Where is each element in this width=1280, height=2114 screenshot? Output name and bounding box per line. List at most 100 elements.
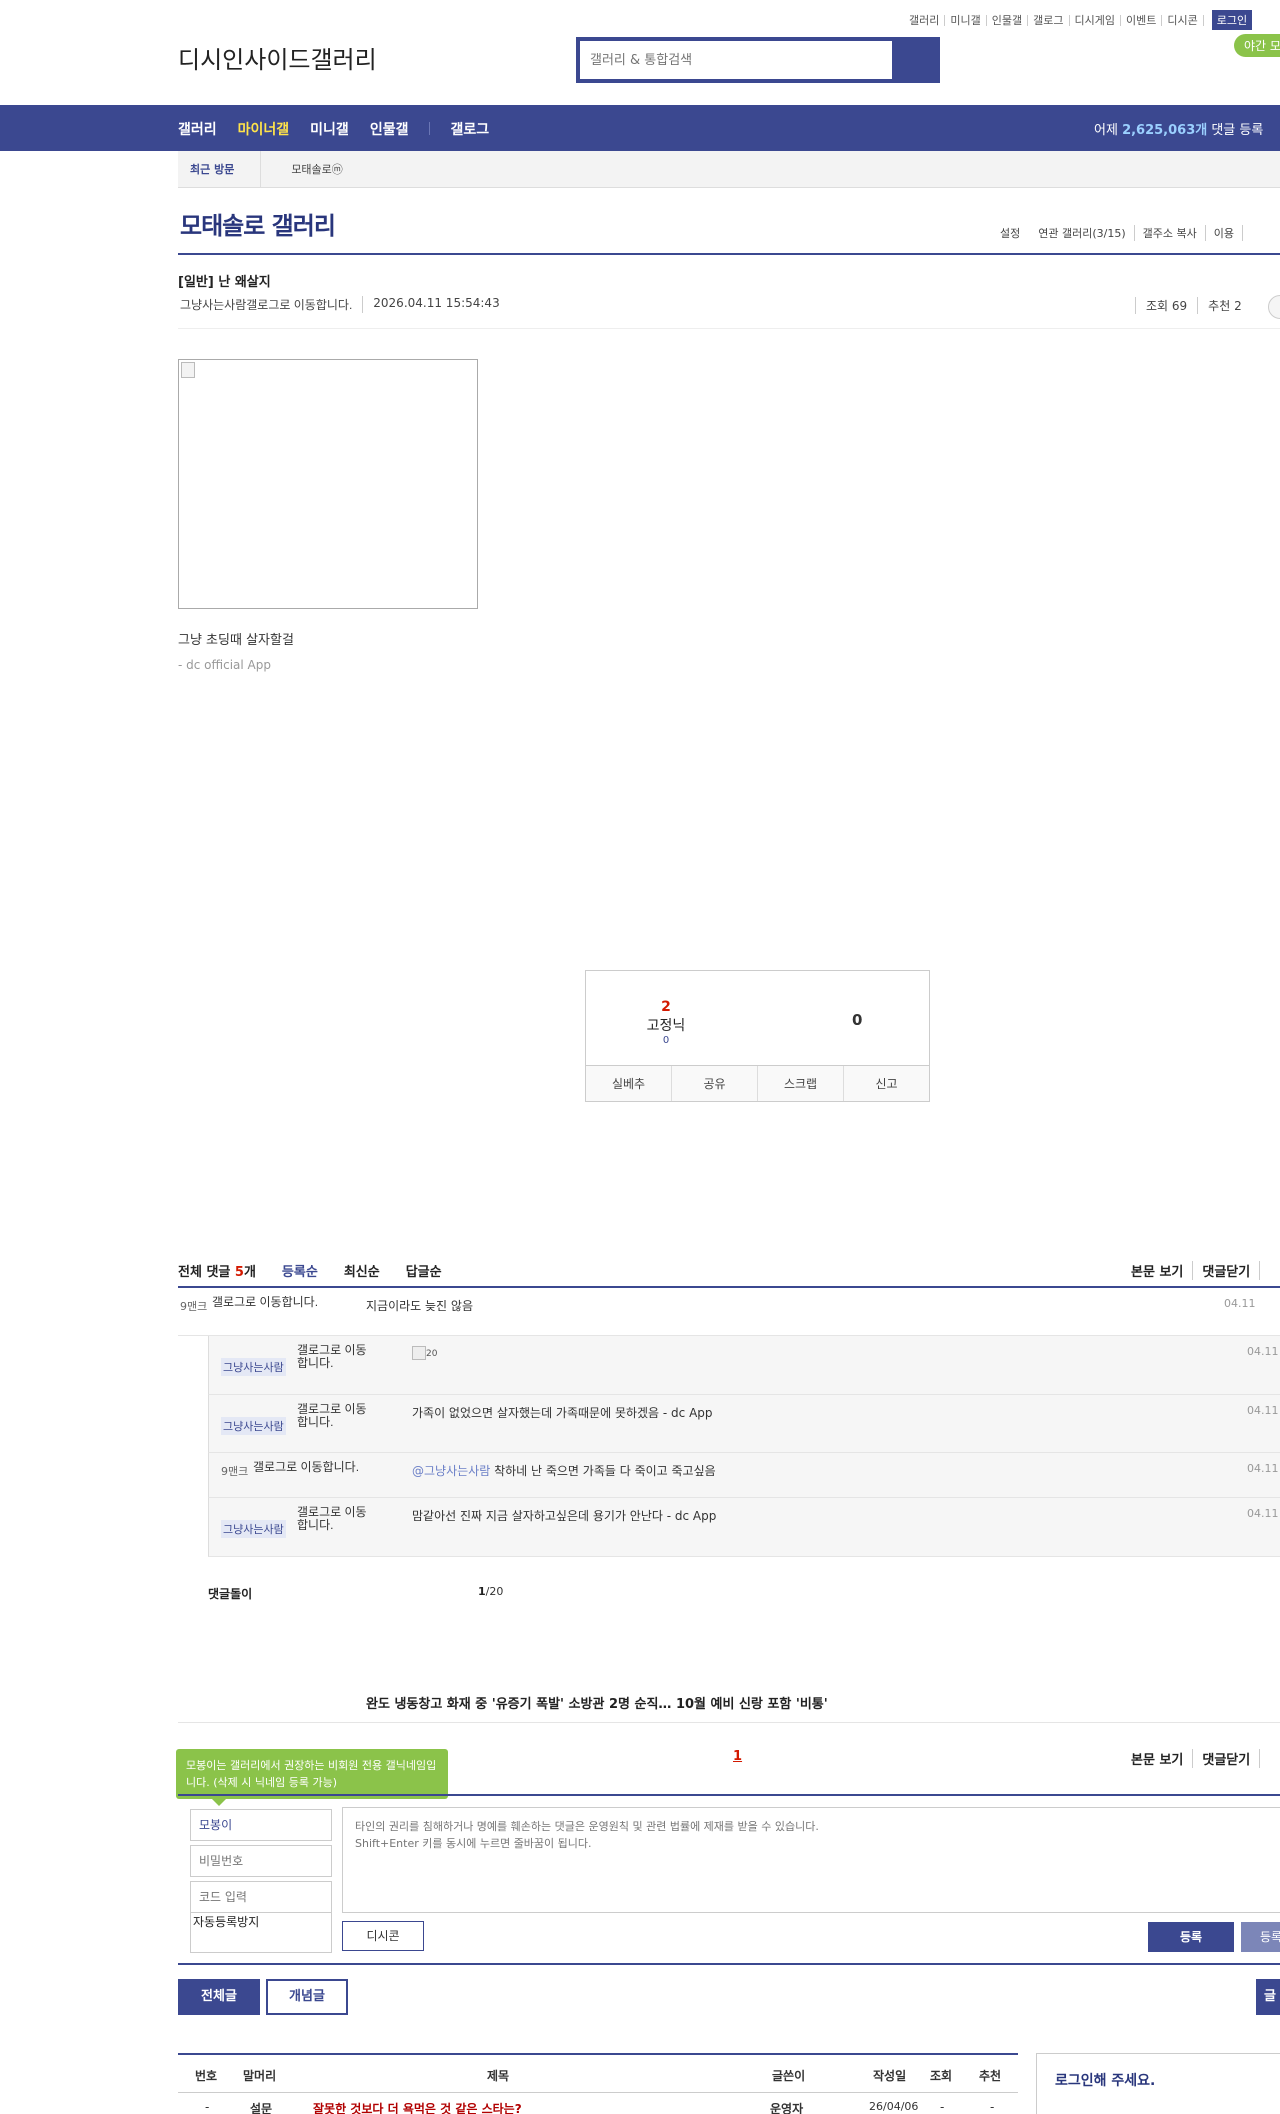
comment-nick[interactable]: 9맨크 <box>180 1298 207 1314</box>
galog-icon[interactable]: 갤로그로 이동합니다. <box>212 1296 332 1309</box>
table-row[interactable]: - 설문 잘못한 것보다 더 욕먹은 것 같은 스타는? 운영자 26/04/0… <box>178 2093 1018 2114</box>
captcha-image: 자동등록방지 <box>190 1913 332 1953</box>
copy-gallery-url[interactable]: 갤주소 복사 <box>1135 225 1206 241</box>
post-counts: 조회 69 추천 2 <box>1135 297 1252 314</box>
comment-stat: 어제 2,625,063개 댓글 등록 <box>1094 119 1263 138</box>
search-box <box>576 37 940 83</box>
post-image[interactable] <box>178 359 478 609</box>
comment-textarea[interactable] <box>342 1807 1280 1913</box>
row-writer[interactable]: 운영자 <box>770 2100 803 2114</box>
util-link-galog[interactable]: 갤로그 <box>1028 14 1070 26</box>
comment-nick[interactable]: 그냥사는사람 <box>221 1417 286 1435</box>
recent-visit-item[interactable]: 모태솔로ⓜ <box>291 161 342 177</box>
divider <box>178 1794 1280 1796</box>
tab-best-posts[interactable]: 개념글 <box>266 1979 348 2015</box>
reply-item: 그냥사는사람 갤로그로 이동합니다. 가족이 없었으면 살자했는데 가족때문에 … <box>208 1395 1280 1453</box>
captcha-code-field[interactable] <box>190 1881 332 1913</box>
submit-secondary-button[interactable]: 등록 <box>1241 1922 1280 1952</box>
nav-person-gallery[interactable]: 인물갤 <box>370 119 409 139</box>
login-button[interactable]: 로그인 <box>1211 10 1253 30</box>
close-comments-button[interactable]: 댓글닫기 <box>1193 1261 1261 1280</box>
comment-text: 가족이 없었으면 살자했는데 가족때문에 못하겠음 - dc App <box>412 1406 713 1420</box>
comment-nick[interactable]: 그냥사는사람 <box>221 1358 286 1376</box>
galog-icon[interactable]: 갤로그로 이동합니다. <box>253 1461 373 1474</box>
comment-nick[interactable]: 그냥사는사람 <box>221 1520 286 1538</box>
login-prompt: 로그인해 주세요. <box>1055 2073 1156 2089</box>
sort-registered[interactable]: 등록순 <box>282 1261 318 1280</box>
reply-item: 그냥사는사람 갤로그로 이동합니다. 맘같아선 진짜 지금 살자하고싶은데 용기… <box>208 1498 1280 1557</box>
nickname-tooltip: 모봉이는 갤러리에서 권장하는 비회원 전용 갤닉네임입니다. (삭제 시 닉네… <box>176 1749 448 1806</box>
night-mode-toggle[interactable]: 야간 모드 <box>1234 34 1280 57</box>
col-views: 조회 <box>930 2069 953 2083</box>
stat-suffix: 댓글 등록 <box>1207 123 1264 138</box>
util-link-gallery[interactable]: 갤러리 <box>904 14 946 26</box>
comment-page-link[interactable]: 1 <box>733 1749 742 1764</box>
row-date: 26/04/06 <box>869 2100 919 2113</box>
page-current[interactable]: 1 <box>478 1585 486 1598</box>
gallery-title[interactable]: 모태솔로 갤러리 <box>180 206 336 241</box>
view-body-button[interactable]: 본문 보기 <box>1122 1261 1194 1280</box>
search-button[interactable] <box>892 41 936 79</box>
post-author[interactable]: 그냥사는사람 <box>180 296 246 313</box>
nav-minor-gallery[interactable]: 마이너갤 <box>238 119 290 139</box>
comment-total-prefix: 전체 댓글 <box>178 1265 235 1280</box>
sort-latest[interactable]: 최신순 <box>344 1261 380 1280</box>
gallery-settings[interactable]: 설정 <box>1000 225 1030 241</box>
post-body: 그냥 초딩때 살자할걸 <box>178 633 294 648</box>
comment-nick[interactable]: 9맨크 <box>221 1463 248 1479</box>
comment-date: 04.11 <box>1247 1345 1279 1358</box>
util-link-person[interactable]: 인물갤 <box>987 14 1029 26</box>
nav-divider <box>429 122 431 135</box>
downvote-count[interactable]: 0 <box>852 1011 862 1029</box>
real-best-button[interactable]: 실베추 <box>586 1066 672 1101</box>
galog-icon[interactable]: 갤로그로 이동합니다. <box>297 1506 367 1532</box>
upvote-area[interactable]: 2 고정닉 0 <box>626 999 706 1046</box>
submit-button[interactable]: 등록 <box>1148 1922 1234 1952</box>
upvote-count: 2 <box>661 999 671 1015</box>
sort-replies[interactable]: 답글순 <box>406 1261 442 1280</box>
post-title: [일반] 난 왜살지 <box>178 275 271 290</box>
related-galleries[interactable]: 연관 갤러리(3/15) <box>1030 225 1135 241</box>
view-body-button[interactable]: 본문 보기 <box>1122 1749 1194 1768</box>
post-date: 2026.04.11 15:54:43 <box>362 296 500 313</box>
gallery-usage[interactable]: 이용 <box>1206 225 1243 241</box>
comment-item: 9맨크 갤로그로 이동합니다. 지금이라도 늦진 않음 04.11 <box>178 1288 1280 1336</box>
comment-date: 04.11 <box>1224 1297 1256 1310</box>
site-logo[interactable]: 디시인사이드갤러리 <box>178 40 377 75</box>
util-link-game[interactable]: 디시게임 <box>1070 14 1121 26</box>
password-field[interactable] <box>190 1845 332 1877</box>
news-headline[interactable]: 완도 냉동창고 화재 중 '유증기 폭발' 소방관 2명 순직… 10월 예비 … <box>366 1693 828 1712</box>
nav-galog[interactable]: 갤로그 <box>450 119 489 139</box>
comment-date: 04.11 <box>1247 1404 1279 1417</box>
close-comments-button[interactable]: 댓글닫기 <box>1193 1749 1261 1768</box>
share-button[interactable]: 공유 <box>672 1066 758 1101</box>
galog-icon[interactable]: 갤로그로 이동합니다. <box>297 1344 367 1370</box>
write-button[interactable]: 글쓰기 <box>1256 1979 1280 2015</box>
col-writer: 글쓴이 <box>772 2069 806 2083</box>
util-link-dccon[interactable]: 디시콘 <box>1162 14 1204 26</box>
galog-icon[interactable]: 갤로그로 이동합니다. <box>246 296 352 313</box>
main-nav: 갤러리 마이너갤 미니갤 인물갤 갤로그 어제 2,625,063개 댓글 등록 <box>0 105 1280 151</box>
util-link-mini[interactable]: 미니갤 <box>945 14 987 26</box>
search-input[interactable] <box>580 41 892 79</box>
row-recommend: - <box>990 2100 995 2114</box>
row-title[interactable]: 잘못한 것보다 더 욕먹은 것 같은 스타는? <box>313 2100 522 2114</box>
comment-text: 지금이라도 늦진 않음 <box>366 1299 473 1313</box>
comment-text-body: 착하네 난 죽으면 가족들 다 죽이고 죽고싶음 <box>490 1464 716 1478</box>
nav-gallery[interactable]: 갤러리 <box>178 119 217 139</box>
broken-image-icon <box>181 362 195 378</box>
galog-icon[interactable]: 갤로그로 이동합니다. <box>297 1403 367 1429</box>
reply-item: 9맨크 갤로그로 이동합니다. @그냥사는사람 착하네 난 죽으면 가족들 다 … <box>208 1453 1280 1498</box>
comment-text: 맘같아선 진짜 지금 살자하고싶은데 용기가 안난다 - dc App <box>412 1509 717 1523</box>
comment-mention[interactable]: @그냥사는사람 <box>412 1464 490 1478</box>
fixed-nick-count: 0 <box>662 1035 670 1046</box>
more-button[interactable] <box>1268 295 1280 319</box>
post-recommend: 추천 2 <box>1197 297 1252 314</box>
dccon-button[interactable]: 디시콘 <box>342 1921 424 1951</box>
report-button[interactable]: 신고 <box>844 1066 929 1101</box>
tab-all-posts[interactable]: 전체글 <box>178 1979 260 2015</box>
nickname-field[interactable]: 모봉이 <box>190 1809 332 1841</box>
nav-mini-gallery[interactable]: 미니갤 <box>310 119 349 139</box>
scrap-button[interactable]: 스크랩 <box>758 1066 844 1101</box>
util-link-event[interactable]: 이벤트 <box>1121 14 1163 26</box>
